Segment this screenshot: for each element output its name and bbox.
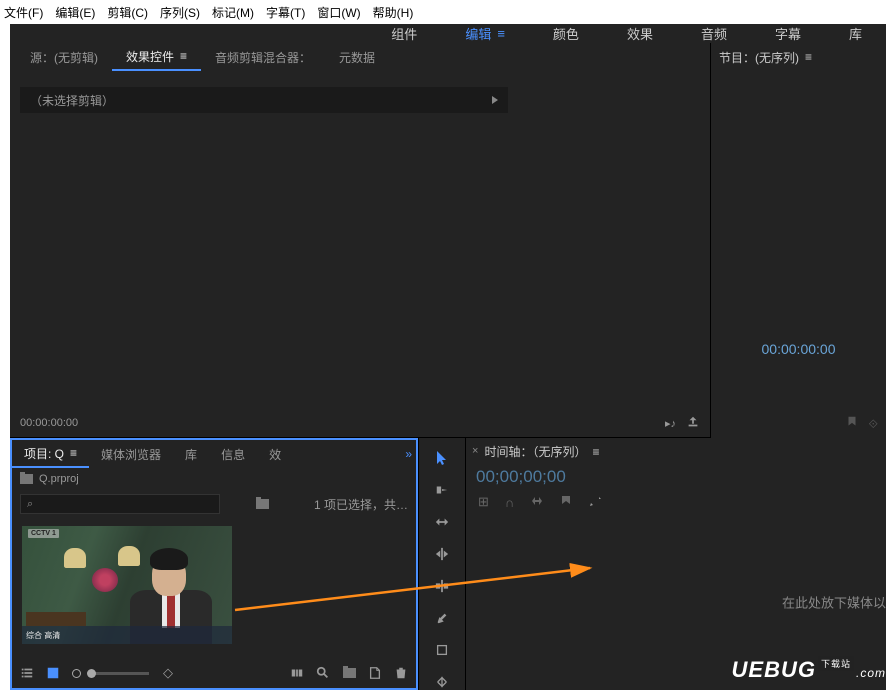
list-view-icon[interactable] [20,666,34,680]
workspace-audio[interactable]: 音频 [677,24,751,43]
workspace-subtitles[interactable]: 字幕 [751,24,825,43]
menu-marker[interactable]: 标记(M) [212,4,254,21]
workspace-editing[interactable]: 编辑 [441,24,529,43]
program-panel: 节目：(无序列) 00:00:00:00 ⟐ [711,43,886,438]
menu-edit[interactable]: 编辑(E) [55,4,95,21]
tab-project[interactable]: 项目: Q [12,440,89,468]
tab-effect-controls[interactable]: 效果控件 [112,43,201,71]
bin-icon[interactable] [256,499,269,509]
watermark-badge: 下载站 [818,656,854,671]
export-icon[interactable] [686,415,700,432]
export-frame-icon[interactable]: ⟐ [869,417,878,432]
trash-icon[interactable] [394,666,408,680]
more-tabs-icon[interactable]: » [405,447,412,461]
snap-icon[interactable]: ∩ [505,495,514,510]
workspace-effects[interactable]: 效果 [603,24,677,43]
watermark-suffix: .com [856,666,886,680]
marker-tool-icon[interactable] [560,495,572,510]
timeline-tab-label: 时间轴：（无序列） [484,443,599,460]
drop-media-hint: 在此处放下媒体以 [782,593,886,612]
tab-timeline[interactable]: × 时间轴：（无序列） [466,438,886,464]
tab-media-browser[interactable]: 媒体浏览器 [89,440,173,468]
ripple-edit-tool-icon[interactable] [433,514,451,530]
track-select-tool-icon[interactable] [433,482,451,498]
workspace-assembly[interactable]: 组件 [367,24,441,43]
menubar: 文件(F) 编辑(E) 剪辑(C) 序列(S) 标记(M) 字幕(T) 窗口(W… [0,0,886,24]
no-clip-selected-bar: （未选择剪辑） [20,87,508,113]
menu-sequence[interactable]: 序列(S) [160,4,200,21]
settings-icon[interactable] [588,494,602,511]
razor-tool-icon[interactable] [433,546,451,562]
menu-help[interactable]: 帮助(H) [373,4,414,21]
new-item-icon[interactable] [368,666,382,680]
zoom-slider[interactable] [93,672,149,675]
menu-window[interactable]: 窗口(W) [317,4,360,21]
workspace-color[interactable]: 颜色 [529,24,603,43]
menu-file[interactable]: 文件(F) [4,4,43,21]
zoom-slider-handle[interactable] [72,666,81,680]
workspace-bar: 组件 编辑 颜色 效果 音频 字幕 库 [10,24,886,43]
workspace-library[interactable]: 库 [825,24,886,43]
marker-icon[interactable] [845,415,859,434]
source-tabs: 源：(无剪辑) 效果控件 音频剪辑混合器： 元数据 [10,43,710,71]
app-frame: 组件 编辑 颜色 效果 音频 字幕 库 源：(无剪辑) 效果控件 音频剪辑混合器… [10,24,886,685]
sort-icon[interactable]: ◇ [161,666,175,680]
project-footer: ◇ [12,658,416,688]
slip-tool-icon[interactable] [433,578,451,594]
close-icon[interactable]: × [472,445,478,457]
nest-icon[interactable]: ⊞ [478,494,489,510]
timeline-panel: × 时间轴：（无序列） 00;00;00;00 ⊞ ∩ 在此处放下媒体以 [466,438,886,690]
source-timecode: 00:00:00:00 [20,417,78,429]
selection-count: 1 项已选择，共… [314,496,408,513]
tab-program[interactable]: 节目：(无序列) [711,43,886,71]
project-folder-icon [20,474,33,484]
selection-tool-icon[interactable] [433,450,451,466]
tab-audio-mixer[interactable]: 音频剪辑混合器： [201,43,325,71]
icon-view-icon[interactable] [46,666,60,680]
search-input[interactable]: ⌕ [20,494,220,514]
no-clip-label: （未选择剪辑） [30,92,114,109]
step-play-icon[interactable]: ▸♪ [665,417,676,430]
pen-tool-icon[interactable] [433,610,451,626]
clip-thumbnail[interactable]: CCTV 1 综合 高清 [22,526,232,644]
type-tool-icon[interactable] [433,674,451,690]
watermark: UEBUG 下载站 .com [732,657,886,683]
tab-source[interactable]: 源：(无剪辑) [16,43,112,71]
watermark-text: UEBUG [732,657,816,683]
tab-library[interactable]: 库 [173,440,209,468]
timeline-timecode[interactable]: 00;00;00;00 [466,464,886,490]
tab-metadata[interactable]: 元数据 [325,43,389,71]
menu-clip[interactable]: 剪辑(C) [107,4,148,21]
tool-column [418,438,466,690]
thumb-overlay-text: 综合 高清 [26,630,60,641]
source-panel: 源：(无剪辑) 效果控件 音频剪辑混合器： 元数据 （未选择剪辑） 00:00:… [10,43,710,438]
hand-tool-icon[interactable] [433,642,451,658]
program-timecode: 00:00:00:00 [711,341,886,357]
project-filename: Q.prproj [39,473,79,485]
new-bin-icon[interactable] [342,666,356,680]
automate-icon[interactable] [290,666,304,680]
play-icon [492,96,498,104]
search-icon: ⌕ [27,498,33,511]
thumb-cctv-badge: CCTV 1 [28,529,59,538]
project-panel: 项目: Q 媒体浏览器 库 信息 效 » Q.prproj ⌕ 1 项已选择，共… [10,438,418,690]
linked-selection-icon[interactable] [530,495,544,510]
tab-effects2[interactable]: 效 [257,440,293,468]
menu-subtitle[interactable]: 字幕(T) [266,4,305,21]
tab-info[interactable]: 信息 [209,440,257,468]
find-icon[interactable] [316,666,330,680]
project-tabs: 项目: Q 媒体浏览器 库 信息 效 » [12,440,416,468]
